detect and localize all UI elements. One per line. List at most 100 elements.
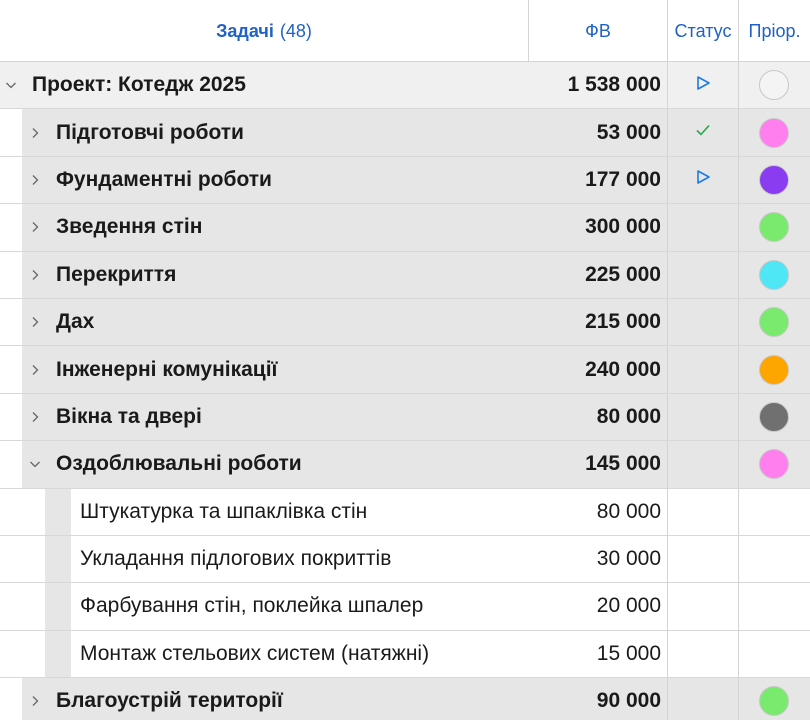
priority-cell[interactable] — [738, 109, 810, 155]
status-cell[interactable] — [667, 62, 738, 108]
chevron-right-icon[interactable] — [24, 109, 46, 155]
task-name: Проект: Котедж 2025 — [32, 73, 246, 97]
task-group-row[interactable]: Інженерні комунікації 240 000 — [0, 346, 810, 394]
status-cell[interactable] — [667, 346, 738, 392]
priority-cell[interactable] — [738, 489, 810, 535]
task-fv-value: 15 000 — [596, 641, 661, 665]
task-fv-value: 240 000 — [585, 357, 661, 381]
task-name: Вікна та двері — [56, 404, 202, 428]
priority-dot — [759, 117, 789, 148]
task-name: Зведення стін — [56, 215, 203, 239]
task-name: Дах — [56, 310, 95, 334]
task-group-row[interactable]: Дах 215 000 — [0, 298, 810, 347]
task-fv-value: 177 000 — [585, 167, 661, 191]
priority-cell[interactable] — [738, 346, 810, 392]
priority-cell[interactable] — [738, 62, 810, 108]
tasks-header-count: (48) — [279, 20, 312, 41]
task-name: Перекриття — [56, 262, 177, 286]
priority-cell[interactable] — [738, 536, 810, 582]
status-cell[interactable] — [667, 394, 738, 440]
task-row[interactable]: Фарбування стін, поклейка шпалер 20 000 — [0, 583, 810, 631]
priority-cell[interactable] — [738, 252, 810, 298]
status-cell[interactable] — [667, 583, 738, 629]
task-fv-value: 53 000 — [596, 120, 661, 144]
tasks-header-label: Задачі — [216, 20, 274, 41]
row-indent-band — [45, 488, 71, 535]
status-cell[interactable] — [667, 204, 738, 250]
task-name: Монтаж стельових систем (натяжні) — [80, 641, 430, 665]
priority-dot — [759, 212, 789, 243]
task-name: Фарбування стін, поклейка шпалер — [80, 594, 424, 618]
task-name: Укладання підлогових покриттів — [80, 547, 392, 571]
priority-dot — [759, 686, 789, 717]
task-fv-value: 225 000 — [585, 262, 661, 286]
priority-cell[interactable] — [738, 299, 810, 345]
priority-cell[interactable] — [738, 394, 810, 440]
priority-cell[interactable] — [738, 157, 810, 203]
priority-cell[interactable] — [738, 678, 810, 720]
status-cell[interactable] — [667, 157, 738, 203]
priority-dot — [759, 307, 789, 338]
priority-dot — [759, 164, 789, 195]
priority-dot — [759, 259, 789, 290]
task-name: Благоустрій території — [56, 689, 283, 713]
task-group-row[interactable]: Оздоблювальні роботи 145 000 — [0, 441, 810, 489]
chevron-right-icon[interactable] — [24, 204, 46, 250]
task-fv-value: 80 000 — [596, 499, 661, 523]
chevron-down-icon[interactable] — [24, 441, 46, 487]
column-header-tasks[interactable]: Задачі (48) — [0, 0, 528, 62]
task-row[interactable]: Монтаж стельових систем (натяжні) 15 000 — [0, 630, 810, 679]
priority-cell[interactable] — [738, 631, 810, 677]
task-group-row[interactable]: Благоустрій території 90 000 — [0, 678, 810, 720]
task-fv-value: 1 538 000 — [567, 73, 661, 97]
task-rows: Проект: Котедж 2025 1 538 000 Підготовчі р… — [0, 62, 810, 720]
task-row[interactable]: Штукатурка та шпаклівка стін 80 000 — [0, 488, 810, 536]
play-icon — [695, 169, 711, 190]
task-group-row[interactable]: Проект: Котедж 2025 1 538 000 — [0, 62, 810, 110]
priority-dot — [759, 354, 789, 385]
task-name: Фундаментні роботи — [56, 167, 272, 191]
task-fv-value: 80 000 — [596, 404, 661, 428]
task-name: Підготовчі роботи — [56, 120, 244, 144]
task-fv-value: 215 000 — [585, 310, 661, 334]
status-cell[interactable] — [667, 299, 738, 345]
task-name: Оздоблювальні роботи — [56, 452, 302, 476]
task-group-row[interactable]: Перекриття 225 000 — [0, 251, 810, 299]
task-group-row[interactable]: Підготовчі роботи 53 000 — [0, 109, 810, 157]
column-header-fv[interactable]: ФВ — [528, 0, 667, 62]
chevron-right-icon[interactable] — [24, 346, 46, 392]
chevron-right-icon[interactable] — [24, 299, 46, 345]
task-group-row[interactable]: Зведення стін 300 000 — [0, 204, 810, 252]
priority-cell[interactable] — [738, 204, 810, 250]
play-icon — [695, 75, 711, 96]
status-cell[interactable] — [667, 489, 738, 535]
chevron-right-icon[interactable] — [24, 394, 46, 440]
task-grid: Задачі (48) ФВ Статус Пріор. Проект: Кот… — [0, 0, 810, 720]
status-cell[interactable] — [667, 252, 738, 298]
priority-cell[interactable] — [738, 583, 810, 629]
chevron-down-icon[interactable] — [0, 62, 22, 108]
task-fv-value: 90 000 — [596, 689, 661, 713]
task-fv-value: 30 000 — [596, 547, 661, 571]
task-fv-value: 145 000 — [585, 452, 661, 476]
task-name: Штукатурка та шпаклівка стін — [80, 499, 368, 523]
column-header-priority[interactable]: Пріор. — [738, 0, 810, 62]
chevron-right-icon[interactable] — [24, 678, 46, 720]
status-cell[interactable] — [667, 631, 738, 677]
check-icon — [695, 122, 711, 143]
priority-dot — [759, 449, 789, 480]
task-group-row[interactable]: Вікна та двері 80 000 — [0, 393, 810, 442]
chevron-right-icon[interactable] — [24, 252, 46, 298]
status-cell[interactable] — [667, 678, 738, 720]
priority-dot — [759, 401, 789, 432]
task-group-row[interactable]: Фундаментні роботи 177 000 — [0, 156, 810, 205]
task-fv-value: 20 000 — [596, 594, 661, 618]
priority-cell[interactable] — [738, 441, 810, 487]
column-header-status[interactable]: Статус — [667, 0, 738, 62]
status-cell[interactable] — [667, 536, 738, 582]
status-cell[interactable] — [667, 441, 738, 487]
status-cell[interactable] — [667, 109, 738, 155]
chevron-right-icon[interactable] — [24, 157, 46, 203]
task-row[interactable]: Укладання підлогових покриттів 30 000 — [0, 535, 810, 584]
task-name: Інженерні комунікації — [56, 357, 278, 381]
